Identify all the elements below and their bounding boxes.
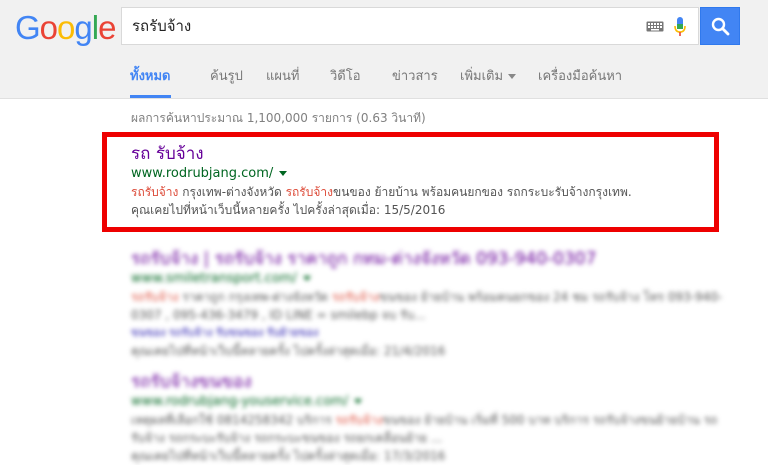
dropdown-arrow-icon[interactable] bbox=[302, 276, 311, 281]
tab-maps[interactable]: แผนที่ bbox=[266, 60, 299, 98]
tab-label: ค้นรูป bbox=[210, 69, 243, 84]
tab-label: ข่าวสาร bbox=[392, 69, 438, 84]
chevron-down-icon bbox=[508, 74, 517, 79]
search-input[interactable] bbox=[132, 8, 632, 44]
result-title[interactable]: รถรับจ้าง | รถรับจ้าง ราคาถูก กทม-ต่างจั… bbox=[131, 248, 731, 270]
tab-more[interactable]: เพิ่มเติม bbox=[460, 60, 517, 98]
keyboard-icon[interactable] bbox=[646, 21, 664, 32]
logo-letter: g bbox=[74, 9, 92, 46]
tab-label: เครื่องมือค้นหา bbox=[538, 69, 623, 84]
dropdown-arrow-icon[interactable] bbox=[354, 399, 363, 404]
snippet-match: รถรับจ้าง bbox=[131, 290, 179, 304]
logo-letter: o bbox=[39, 9, 58, 46]
search-icon bbox=[711, 17, 730, 36]
search-result: รถรับจ้างขนของ www.rodrubjang-youservice… bbox=[131, 371, 731, 465]
highlight-frame bbox=[102, 132, 719, 232]
result-stats: ผลการค้นหาประมาณ 1,100,000 รายการ (0.63 … bbox=[131, 111, 426, 125]
result-url: www.rodrubjang-youservice.com/ bbox=[131, 394, 349, 409]
visited-note: คุณเคยไปที่หน้าเว็บนี้หลายครั้ง ไปครั้งล… bbox=[131, 449, 446, 463]
tab-all[interactable]: ทั้งหมด bbox=[130, 60, 171, 98]
tab-label: ทั้งหมด bbox=[130, 69, 171, 84]
search-box bbox=[121, 7, 699, 45]
google-logo[interactable]: Google bbox=[15, 9, 116, 46]
logo-letter: e bbox=[98, 9, 116, 46]
snippet-text: ราคาถูก กรุงเทพ-ต่างจังหวัด bbox=[178, 290, 332, 304]
sitelinks[interactable]: ขนของ รถรับจ้าง รับขนของ รับย้ายของ bbox=[131, 324, 731, 342]
snippet-match: รถรับจ้าง bbox=[335, 413, 383, 427]
tab-videos[interactable]: วิดีโอ bbox=[330, 60, 361, 98]
search-header: Google ทั้งหมด ค้นรูป แผนที่ วิดีโอ bbox=[0, 0, 768, 99]
tab-search-tools[interactable]: เครื่องมือค้นหา bbox=[538, 60, 622, 98]
snippet-match: รถรับจ้าง bbox=[331, 290, 380, 304]
logo-letter: o bbox=[57, 9, 75, 46]
search-button[interactable] bbox=[700, 7, 740, 45]
snippet-text: เหตุผลที่เลือกใช้ 0814258342 บริการ bbox=[131, 413, 336, 427]
result-snippet: เหตุผลที่เลือกใช้ 0814258342 บริการ รถรั… bbox=[131, 411, 731, 447]
result-snippet: รถรับจ้าง ราคาถูก กรุงเทพ-ต่างจังหวัด รถ… bbox=[131, 288, 731, 324]
tab-label: วิดีโอ bbox=[330, 69, 361, 84]
result-url: www.smiletransport.com/ bbox=[131, 271, 297, 286]
microphone-icon[interactable] bbox=[674, 17, 686, 37]
visited-note: คุณเคยไปที่หน้าเว็บนี้หลายครั้ง ไปครั้งล… bbox=[131, 344, 446, 358]
result-url-row: www.smiletransport.com/ bbox=[131, 270, 731, 288]
result-title[interactable]: รถรับจ้างขนของ bbox=[131, 371, 731, 393]
search-result: รถรับจ้าง | รถรับจ้าง ราคาถูก กทม-ต่างจั… bbox=[131, 248, 731, 360]
tab-label: เพิ่มเติม bbox=[460, 69, 504, 84]
tab-news[interactable]: ข่าวสาร bbox=[392, 60, 438, 98]
logo-letter: G bbox=[15, 9, 41, 46]
result-url-row: www.rodrubjang-youservice.com/ bbox=[131, 393, 731, 411]
tab-label: แผนที่ bbox=[266, 69, 300, 84]
tab-images[interactable]: ค้นรูป bbox=[210, 60, 243, 98]
